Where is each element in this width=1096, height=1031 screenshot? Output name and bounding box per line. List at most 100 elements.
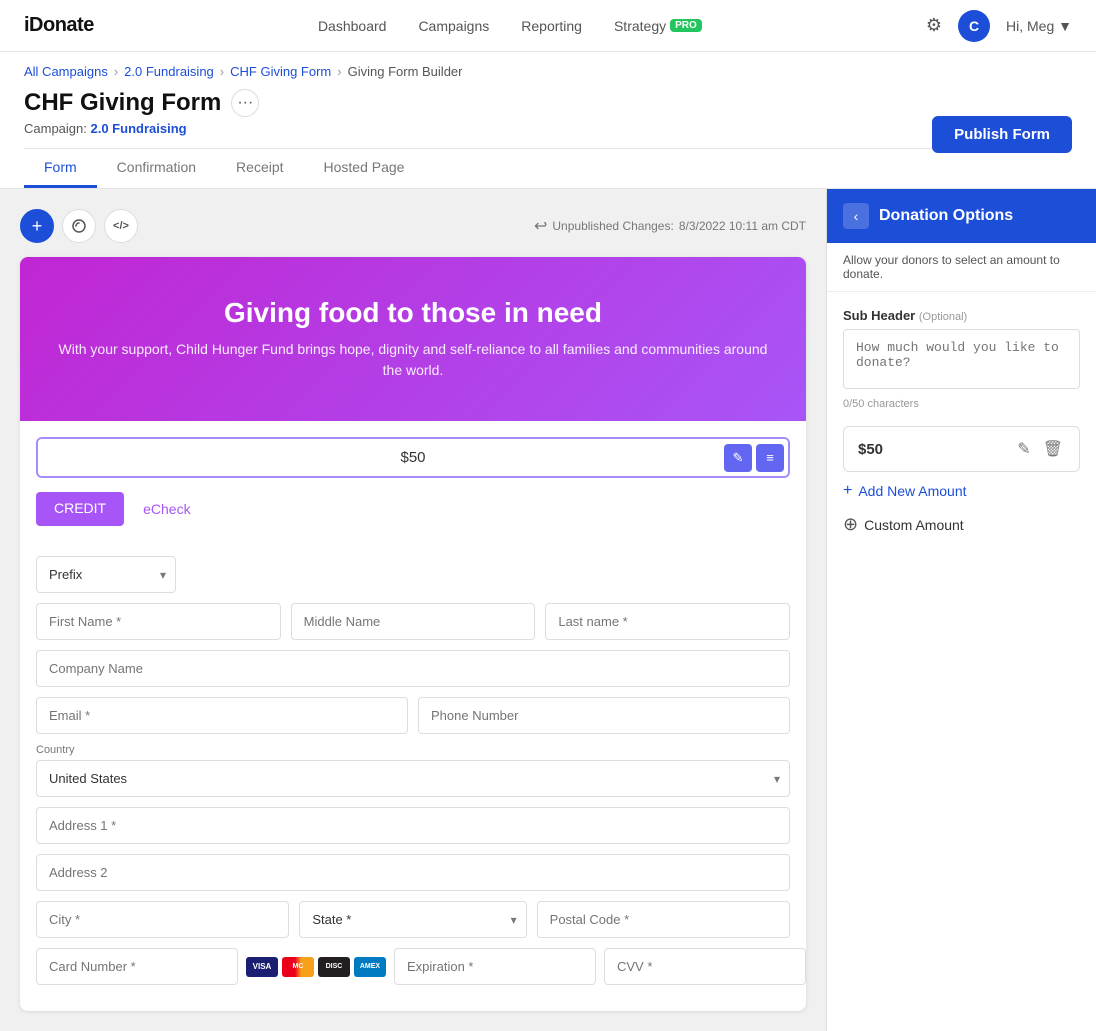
breadcrumb-all-campaigns[interactable]: All Campaigns	[24, 64, 108, 79]
prefix-select[interactable]: Prefix	[36, 556, 176, 593]
country-select[interactable]: United States	[36, 760, 790, 797]
tabs-bar: Form Confirmation Receipt Hosted Page	[24, 148, 1072, 188]
address2-field[interactable]	[36, 854, 790, 891]
publish-form-button[interactable]: Publish Form	[932, 116, 1072, 153]
amex-icon: AMEX	[354, 957, 386, 977]
email-field[interactable]	[36, 697, 408, 734]
tab-receipt[interactable]: Receipt	[216, 149, 303, 188]
donation-options-header: ‹ Donation Options	[827, 189, 1096, 243]
country-label: Country	[36, 744, 790, 756]
nav-reporting[interactable]: Reporting	[521, 18, 582, 34]
amount-menu-button[interactable]: ≡	[756, 444, 784, 472]
pro-badge: PRO	[670, 19, 702, 32]
delete-amount-button[interactable]: 🗑	[1041, 437, 1065, 461]
edit-amount-button[interactable]: ✎	[724, 444, 752, 472]
nav-campaigns[interactable]: Campaigns	[418, 18, 489, 34]
postal-code-field[interactable]	[537, 901, 790, 938]
hero-subtitle: With your support, Child Hunger Fund bri…	[50, 339, 776, 381]
payment-tabs: CREDIT eCheck	[36, 492, 790, 526]
mastercard-icon: MC	[282, 957, 314, 977]
page-title: CHF Giving Form	[24, 89, 221, 117]
publish-btn-area: Publish Form	[932, 116, 1072, 153]
custom-plus-circle-icon: ⊕	[843, 514, 858, 535]
brand-logo: iDonate	[24, 14, 94, 37]
card-number-field[interactable]	[36, 948, 238, 985]
name-row	[36, 603, 790, 640]
amount-toolbar: ✎ ≡	[724, 444, 784, 472]
add-new-amount-button[interactable]: + Add New Amount	[843, 482, 967, 500]
form-body: Prefix ▾ Country	[20, 556, 806, 1011]
optional-tag: (Optional)	[919, 311, 967, 323]
donation-options-body: Sub Header (Optional) 0/50 characters $5…	[827, 292, 1096, 551]
design-button[interactable]	[62, 209, 96, 243]
breadcrumb-chf-giving-form[interactable]: CHF Giving Form	[230, 64, 331, 79]
last-name-field[interactable]	[545, 603, 790, 640]
sub-header-input[interactable]	[843, 329, 1080, 389]
middle-name-field[interactable]	[291, 603, 536, 640]
visa-icon: VISA	[246, 957, 278, 977]
donation-section: ✎ ≡ CREDIT eCheck	[20, 421, 806, 556]
company-row	[36, 650, 790, 687]
sub-header-label: Sub Header (Optional)	[843, 308, 1080, 323]
code-button[interactable]: </>	[104, 209, 138, 243]
back-button[interactable]: ‹	[843, 203, 869, 229]
prefix-select-wrap: Prefix ▾	[36, 556, 176, 593]
breadcrumb-current: Giving Form Builder	[348, 64, 463, 79]
tab-form[interactable]: Form	[24, 149, 97, 188]
top-nav: iDonate Dashboard Campaigns Reporting St…	[0, 0, 1096, 52]
contact-row	[36, 697, 790, 734]
card-row: VISA MC DISC AMEX	[36, 948, 790, 985]
hero-title: Giving food to those in need	[50, 297, 776, 329]
undo-icon: ↩	[534, 216, 547, 236]
expiration-field[interactable]	[394, 948, 596, 985]
breadcrumb-2-0-fundraising[interactable]: 2.0 Fundraising	[124, 64, 214, 79]
payment-tab-credit[interactable]: CREDIT	[36, 492, 124, 526]
address1-row	[36, 807, 790, 844]
custom-amount-button[interactable]: ⊕ Custom Amount	[843, 514, 964, 535]
form-area: + </> ↩ Unpublished Changes: 8/3/2022 10…	[0, 189, 826, 1031]
state-select-wrap: State * ▾	[299, 901, 526, 938]
add-plus-icon: +	[843, 482, 852, 500]
toolbar: + </> ↩ Unpublished Changes: 8/3/2022 10…	[20, 209, 806, 243]
country-row: Country United States ▾	[36, 744, 790, 797]
nav-strategy[interactable]: Strategy PRO	[614, 18, 702, 34]
donation-options-panel: ‹ Donation Options Allow your donors to …	[826, 189, 1096, 1031]
add-element-button[interactable]: +	[20, 209, 54, 243]
cvv-field[interactable]	[604, 948, 806, 985]
city-field[interactable]	[36, 901, 289, 938]
prefix-row: Prefix ▾	[36, 556, 790, 593]
company-name-field[interactable]	[36, 650, 790, 687]
first-name-field[interactable]	[36, 603, 281, 640]
card-icons: VISA MC DISC AMEX	[246, 957, 386, 977]
campaign-label: Campaign: 2.0 Fundraising	[24, 121, 1072, 136]
discover-icon: DISC	[318, 957, 350, 977]
form-hero: Giving food to those in need With your s…	[20, 257, 806, 421]
tab-hosted-page[interactable]: Hosted Page	[304, 149, 425, 188]
amount-input[interactable]	[38, 439, 788, 476]
nav-right: ⚙ C Hi, Meg ▼	[926, 10, 1072, 42]
donation-options-title: Donation Options	[879, 207, 1013, 225]
page-header: CHF Giving Form ···	[24, 89, 1072, 117]
city-state-zip-row: State * ▾	[36, 901, 790, 938]
country-select-wrap: United States ▾	[36, 760, 790, 797]
user-menu[interactable]: Hi, Meg ▼	[1006, 18, 1072, 34]
avatar: C	[958, 10, 990, 42]
form-preview: Giving food to those in need With your s…	[20, 257, 806, 1011]
nav-links: Dashboard Campaigns Reporting Strategy P…	[318, 18, 702, 34]
breadcrumb-bar: All Campaigns › 2.0 Fundraising › CHF Gi…	[0, 52, 1096, 189]
state-select[interactable]: State *	[299, 901, 526, 938]
unpublished-notice: ↩ Unpublished Changes: 8/3/2022 10:11 am…	[534, 216, 806, 236]
edit-amount-icon-button[interactable]: ✎	[1015, 437, 1032, 461]
amount-actions: ✎ 🗑	[1015, 437, 1065, 461]
phone-field[interactable]	[418, 697, 790, 734]
address1-field[interactable]	[36, 807, 790, 844]
settings-icon[interactable]: ⚙	[926, 15, 942, 36]
amount-input-wrap: ✎ ≡	[36, 437, 790, 478]
nav-dashboard[interactable]: Dashboard	[318, 18, 387, 34]
amount-item: $50 ✎ 🗑	[843, 426, 1080, 472]
amount-value: $50	[858, 441, 883, 458]
tab-confirmation[interactable]: Confirmation	[97, 149, 216, 188]
breadcrumb: All Campaigns › 2.0 Fundraising › CHF Gi…	[24, 64, 1072, 79]
more-options-button[interactable]: ···	[231, 89, 259, 117]
payment-tab-echeck[interactable]: eCheck	[124, 492, 209, 526]
